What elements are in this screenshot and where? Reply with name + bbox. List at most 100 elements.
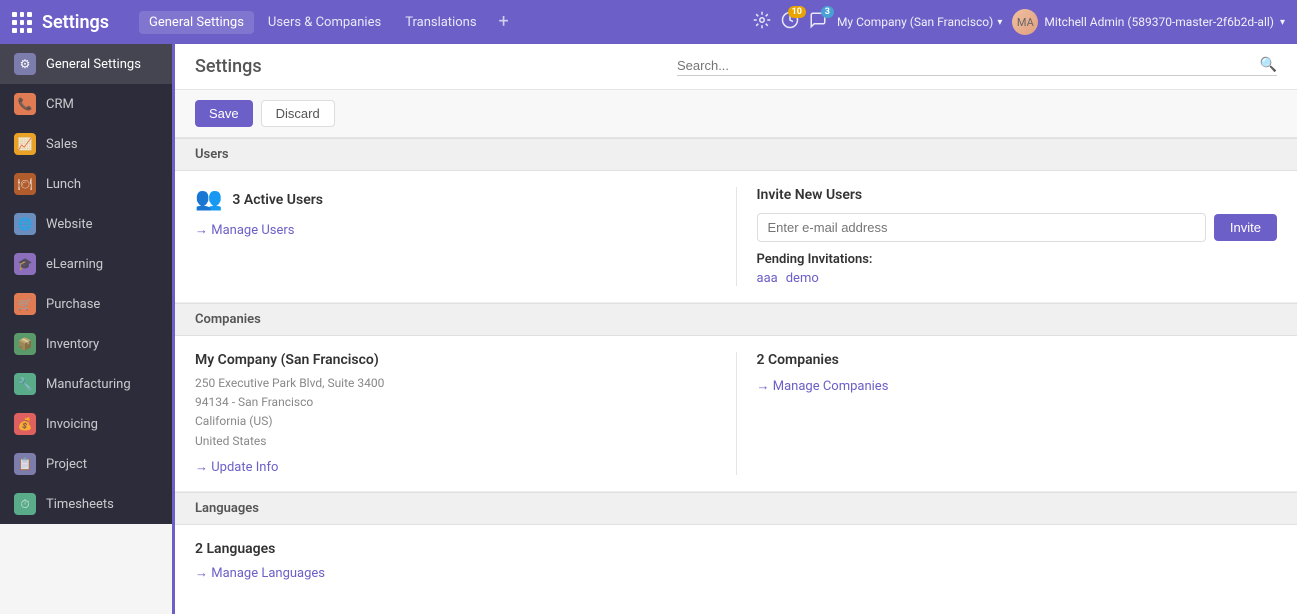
app-title: Settings: [42, 12, 109, 33]
company-address: 250 Executive Park Blvd, Suite 3400 9413…: [195, 374, 716, 451]
sidebar-wrapper: ⚙ General Settings 📞 CRM 📈 Sales 🍽 Lunch…: [0, 44, 175, 614]
sidebar-icon-website: 🌐: [14, 213, 36, 235]
companies-left: My Company (San Francisco) 250 Executive…: [195, 352, 716, 475]
companies-section: Companies My Company (San Francisco) 250…: [175, 303, 1297, 492]
active-users-row: 👥 3 Active Users: [195, 187, 716, 212]
address-line2: 94134 - San Francisco: [195, 393, 716, 412]
sidebar-icon-crm: 📞: [14, 93, 36, 115]
sidebar-item-website[interactable]: 🌐 Website: [0, 204, 175, 244]
sidebar-icon-inventory: 📦: [14, 333, 36, 355]
sidebar-item-purchase[interactable]: 🛒 Purchase: [0, 284, 175, 324]
nav-plus-button[interactable]: +: [491, 11, 517, 34]
sidebar-item-general-settings[interactable]: ⚙ General Settings: [0, 44, 175, 84]
users-section-content: 👥 3 Active Users → Manage Users Invite N…: [175, 171, 1297, 303]
sidebar-item-project[interactable]: 📋 Project: [0, 444, 175, 484]
main-layout: ⚙ General Settings 📞 CRM 📈 Sales 🍽 Lunch…: [0, 44, 1297, 614]
user-name: Mitchell Admin (589370-master-2f6b2d-all…: [1044, 15, 1274, 29]
sidebar-label-timesheets: Timesheets: [46, 497, 114, 512]
sidebar-icon-timesheets: ⏱: [14, 493, 36, 515]
address-line3: California (US): [195, 412, 716, 431]
companies-right: 2 Companies → Manage Companies: [757, 352, 1278, 475]
page-title: Settings: [195, 56, 262, 77]
messages-icon-button[interactable]: 3: [809, 11, 827, 33]
sidebar-item-inventory[interactable]: 📦 Inventory: [0, 324, 175, 364]
sidebar-icon-general-settings: ⚙: [14, 53, 36, 75]
sidebar-label-sales: Sales: [46, 137, 78, 152]
user-menu[interactable]: MA Mitchell Admin (589370-master-2f6b2d-…: [1012, 9, 1285, 35]
sidebar-item-lunch[interactable]: 🍽 Lunch: [0, 164, 175, 204]
sidebar-item-crm[interactable]: 📞 CRM: [0, 84, 175, 124]
sidebar-icon-purchase: 🛒: [14, 293, 36, 315]
languages-count: 2 Languages: [195, 541, 1277, 557]
sidebar-item-manufacturing[interactable]: 🔧 Manufacturing: [0, 364, 175, 404]
address-line4: United States: [195, 432, 716, 451]
sidebar-icon-sales: 📈: [14, 133, 36, 155]
action-bar: Save Discard: [175, 90, 1297, 138]
users-right: Invite New Users Invite Pending Invitati…: [757, 187, 1278, 286]
languages-section: Languages 2 Languages → Manage Languages: [175, 492, 1297, 597]
nav-general-settings[interactable]: General Settings: [139, 11, 254, 34]
company-name: My Company (San Francisco): [195, 352, 716, 368]
pending-invite-aaa[interactable]: aaa: [757, 271, 778, 286]
invite-button[interactable]: Invite: [1214, 214, 1277, 241]
sidebar-icon-manufacturing: 🔧: [14, 373, 36, 395]
sidebar-label-inventory: Inventory: [46, 337, 99, 352]
pending-invite-demo[interactable]: demo: [786, 271, 819, 286]
users-section-header: Users: [175, 138, 1297, 171]
invite-email-input[interactable]: [757, 213, 1206, 242]
users-icon: 👥: [195, 187, 222, 212]
debug-icon-button[interactable]: [753, 11, 771, 33]
sidebar-label-website: Website: [46, 217, 93, 232]
manage-companies-link[interactable]: → Manage Companies: [757, 378, 1278, 394]
languages-content: 2 Languages → Manage Languages: [175, 525, 1297, 597]
activity-icon-button[interactable]: 10: [781, 11, 799, 33]
sidebar-icon-project: 📋: [14, 453, 36, 475]
companies-count: 2 Companies: [757, 352, 1278, 368]
content-area: Settings 🔍 Save Discard Users 👥 3 Active…: [175, 44, 1297, 614]
pending-label: Pending Invitations:: [757, 252, 1278, 267]
navbar-right: 10 3 My Company (San Francisco) MA Mitch…: [753, 9, 1285, 35]
nav-users-companies[interactable]: Users & Companies: [258, 11, 391, 34]
company-selector[interactable]: My Company (San Francisco): [837, 15, 1002, 29]
sidebar-label-elearning: eLearning: [46, 257, 103, 272]
sidebar-item-sales[interactable]: 📈 Sales: [0, 124, 175, 164]
address-line1: 250 Executive Park Blvd, Suite 3400: [195, 374, 716, 393]
apps-menu-button[interactable]: [12, 12, 32, 32]
sidebar-label-project: Project: [46, 457, 87, 472]
manage-languages-link[interactable]: → Manage Languages: [195, 565, 1277, 581]
user-avatar: MA: [1012, 9, 1038, 35]
sidebar-label-manufacturing: Manufacturing: [46, 377, 131, 392]
content-topbar: Settings 🔍: [175, 44, 1297, 90]
sidebar-item-timesheets[interactable]: ⏱ Timesheets: [0, 484, 175, 524]
invite-row: Invite: [757, 213, 1278, 242]
sidebar-item-elearning[interactable]: 🎓 eLearning: [0, 244, 175, 284]
sidebar-accent: [172, 44, 175, 614]
active-users-count: 3 Active Users: [232, 192, 323, 208]
messages-badge: 3: [821, 6, 834, 18]
sidebar-label-crm: CRM: [46, 97, 74, 112]
search-input[interactable]: [677, 58, 1260, 73]
companies-section-header: Companies: [175, 303, 1297, 336]
companies-divider: [736, 352, 737, 475]
users-divider: [736, 187, 737, 286]
discard-button[interactable]: Discard: [261, 100, 335, 127]
navbar: Settings General Settings Users & Compan…: [0, 0, 1297, 44]
nav-translations[interactable]: Translations: [395, 11, 486, 34]
sidebar-icon-lunch: 🍽: [14, 173, 36, 195]
sidebar-label-lunch: Lunch: [46, 177, 81, 192]
save-button[interactable]: Save: [195, 100, 253, 127]
search-icon[interactable]: 🔍: [1260, 57, 1277, 73]
invite-title: Invite New Users: [757, 187, 1278, 203]
users-left: 👥 3 Active Users → Manage Users: [195, 187, 716, 286]
sidebar-label-general-settings: General Settings: [46, 57, 141, 72]
sidebar-icon-invoicing: 💰: [14, 413, 36, 435]
update-info-link[interactable]: → Update Info: [195, 459, 716, 475]
search-container: 🔍: [677, 57, 1277, 76]
companies-section-content: My Company (San Francisco) 250 Executive…: [175, 336, 1297, 492]
sidebar: ⚙ General Settings 📞 CRM 📈 Sales 🍽 Lunch…: [0, 44, 175, 524]
users-section: Users 👥 3 Active Users → Manage Users In…: [175, 138, 1297, 303]
sidebar-label-purchase: Purchase: [46, 297, 100, 312]
sidebar-item-invoicing[interactable]: 💰 Invoicing: [0, 404, 175, 444]
manage-users-link[interactable]: → Manage Users: [195, 222, 716, 238]
sidebar-icon-elearning: 🎓: [14, 253, 36, 275]
